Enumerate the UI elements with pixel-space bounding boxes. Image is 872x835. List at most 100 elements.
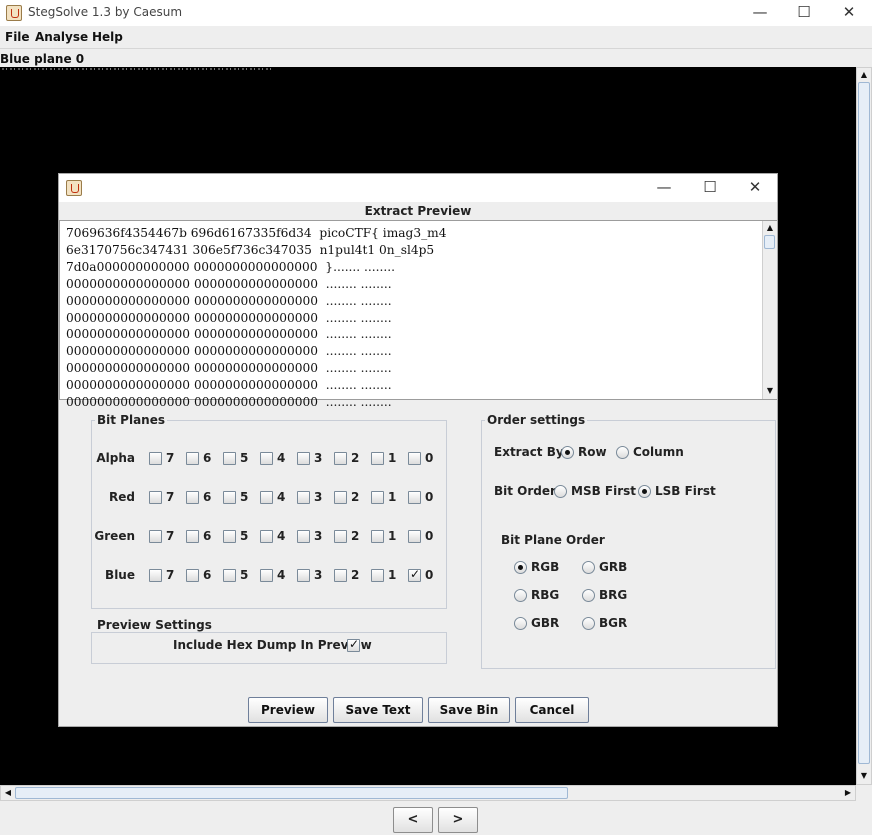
dialog-maximize-button[interactable]: ☐ xyxy=(687,174,733,202)
checkbox-alpha-bit-7[interactable] xyxy=(149,452,162,465)
bit-plane-order-radio-rbg[interactable] xyxy=(514,589,527,602)
save-bin-button[interactable]: Save Bin xyxy=(428,697,510,723)
bit-plane-order-radio-gbr[interactable] xyxy=(514,617,527,630)
scroll-down-arrow-icon[interactable]: ▼ xyxy=(857,769,871,783)
checkbox-green-bit-6[interactable] xyxy=(186,530,199,543)
scroll-up-arrow-icon[interactable]: ▲ xyxy=(857,68,871,82)
bit-label-6: 6 xyxy=(203,568,212,582)
checkbox-red-bit-3[interactable] xyxy=(297,491,310,504)
extract-by-label: Extract By xyxy=(494,445,564,459)
checkbox-blue-bit-7[interactable] xyxy=(149,569,162,582)
minimize-button[interactable]: — xyxy=(737,0,783,26)
close-button[interactable]: ✕ xyxy=(826,0,872,26)
image-pixel-noise xyxy=(2,68,272,70)
bit-label-1: 1 xyxy=(388,451,397,465)
msb-first-radio[interactable] xyxy=(554,485,567,498)
hex-preview-area[interactable]: 7069636f4354467b 696d6167335f6d34 picoCT… xyxy=(59,220,777,409)
checkbox-alpha-bit-6[interactable] xyxy=(186,452,199,465)
bit-plane-order-label-brg: BRG xyxy=(599,588,628,602)
save-text-button[interactable]: Save Text xyxy=(333,697,423,723)
bit-label-1: 1 xyxy=(388,529,397,543)
bit-label-0: 0 xyxy=(425,568,434,582)
checkbox-alpha-bit-1[interactable] xyxy=(371,452,384,465)
checkbox-blue-bit-4[interactable] xyxy=(260,569,273,582)
extract-by-column-radio[interactable] xyxy=(616,446,629,459)
checkbox-blue-bit-0[interactable] xyxy=(408,567,421,582)
preview-button[interactable]: Preview xyxy=(248,697,328,723)
horizontal-scrollbar[interactable]: ◀ ▶ xyxy=(0,785,856,801)
checkbox-green-bit-7[interactable] xyxy=(149,530,162,543)
checkbox-green-bit-5[interactable] xyxy=(223,530,236,543)
extract-by-row-radio[interactable] xyxy=(561,446,574,459)
preview-scroll-up-icon[interactable]: ▲ xyxy=(763,221,777,235)
hex-line: 0000000000000000 0000000000000000 ......… xyxy=(66,344,392,359)
checkbox-red-bit-1[interactable] xyxy=(371,491,384,504)
dialog-close-button[interactable]: ✕ xyxy=(732,174,778,202)
extract-dialog: — ☐ ✕ Extract Preview 7069636f4354467b 6… xyxy=(58,173,778,727)
checkbox-red-bit-2[interactable] xyxy=(334,491,347,504)
checkbox-red-bit-6[interactable] xyxy=(186,491,199,504)
bit-plane-order-radio-rgb[interactable] xyxy=(514,561,527,574)
hex-dump-checkbox[interactable] xyxy=(347,637,360,652)
preview-scroll-thumb[interactable] xyxy=(764,235,775,249)
window-title: StegSolve 1.3 by Caesum xyxy=(28,5,183,19)
bit-plane-order-radio-bgr[interactable] xyxy=(582,617,595,630)
lsb-first-radio[interactable] xyxy=(638,485,651,498)
checkbox-alpha-bit-4[interactable] xyxy=(260,452,273,465)
checkbox-alpha-bit-2[interactable] xyxy=(334,452,347,465)
extract-by-row-label: Row xyxy=(578,445,607,459)
bit-label-7: 7 xyxy=(166,568,175,582)
title-bar: StegSolve 1.3 by Caesum — ☐ ✕ xyxy=(0,0,872,26)
cancel-button[interactable]: Cancel xyxy=(515,697,589,723)
checkbox-green-bit-3[interactable] xyxy=(297,530,310,543)
checkbox-blue-bit-2[interactable] xyxy=(334,569,347,582)
hex-line: 0000000000000000 0000000000000000 ......… xyxy=(66,378,392,393)
bit-label-5: 5 xyxy=(240,529,249,543)
hex-line: 0000000000000000 0000000000000000 ......… xyxy=(66,276,392,291)
menu-bar: File Analyse Help xyxy=(0,26,872,49)
bit-plane-order-radio-grb[interactable] xyxy=(582,561,595,574)
bit-label-3: 3 xyxy=(314,529,323,543)
checkbox-blue-bit-3[interactable] xyxy=(297,569,310,582)
next-button[interactable]: > xyxy=(438,807,478,833)
checkbox-red-bit-5[interactable] xyxy=(223,491,236,504)
vertical-scroll-thumb[interactable] xyxy=(858,82,870,764)
bit-label-6: 6 xyxy=(203,490,212,504)
bit-label-7: 7 xyxy=(166,490,175,504)
bit-plane-order-label-rbg: RBG xyxy=(531,588,560,602)
preview-scroll-down-icon[interactable]: ▼ xyxy=(763,384,777,398)
checkbox-green-bit-0[interactable] xyxy=(408,530,421,543)
checkbox-green-bit-4[interactable] xyxy=(260,530,273,543)
scroll-left-arrow-icon[interactable]: ◀ xyxy=(1,786,15,800)
dialog-minimize-button[interactable]: — xyxy=(641,174,687,202)
checkbox-green-bit-2[interactable] xyxy=(334,530,347,543)
bit-label-4: 4 xyxy=(277,568,286,582)
checkbox-red-bit-4[interactable] xyxy=(260,491,273,504)
bit-order-label: Bit Order xyxy=(494,484,556,498)
maximize-button[interactable]: ☐ xyxy=(781,0,827,26)
checkbox-red-bit-7[interactable] xyxy=(149,491,162,504)
horizontal-scroll-thumb[interactable] xyxy=(15,787,568,799)
checkbox-red-bit-0[interactable] xyxy=(408,491,421,504)
extract-by-column-label: Column xyxy=(633,445,684,459)
scroll-right-arrow-icon[interactable]: ▶ xyxy=(841,786,855,800)
checkbox-alpha-bit-5[interactable] xyxy=(223,452,236,465)
bit-plane-order-radio-brg[interactable] xyxy=(582,589,595,602)
checkbox-blue-bit-6[interactable] xyxy=(186,569,199,582)
lsb-first-label: LSB First xyxy=(655,484,716,498)
checkbox-blue-bit-1[interactable] xyxy=(371,569,384,582)
previous-button[interactable]: < xyxy=(393,807,433,833)
hex-line: 0000000000000000 0000000000000000 ......… xyxy=(66,327,392,342)
bit-plane-order-label: Bit Plane Order xyxy=(501,533,605,547)
menu-help[interactable]: Help xyxy=(92,30,123,44)
menu-file[interactable]: File xyxy=(5,30,30,44)
checkbox-alpha-bit-3[interactable] xyxy=(297,452,310,465)
preview-vertical-scrollbar[interactable]: ▲ ▼ xyxy=(762,221,777,399)
vertical-scrollbar[interactable]: ▲ ▼ xyxy=(856,67,872,785)
checkbox-green-bit-1[interactable] xyxy=(371,530,384,543)
checkbox-alpha-bit-0[interactable] xyxy=(408,452,421,465)
bit-label-4: 4 xyxy=(277,529,286,543)
checkbox-blue-bit-5[interactable] xyxy=(223,569,236,582)
channel-label-green: Green xyxy=(94,529,135,543)
menu-analyse[interactable]: Analyse xyxy=(35,30,88,44)
